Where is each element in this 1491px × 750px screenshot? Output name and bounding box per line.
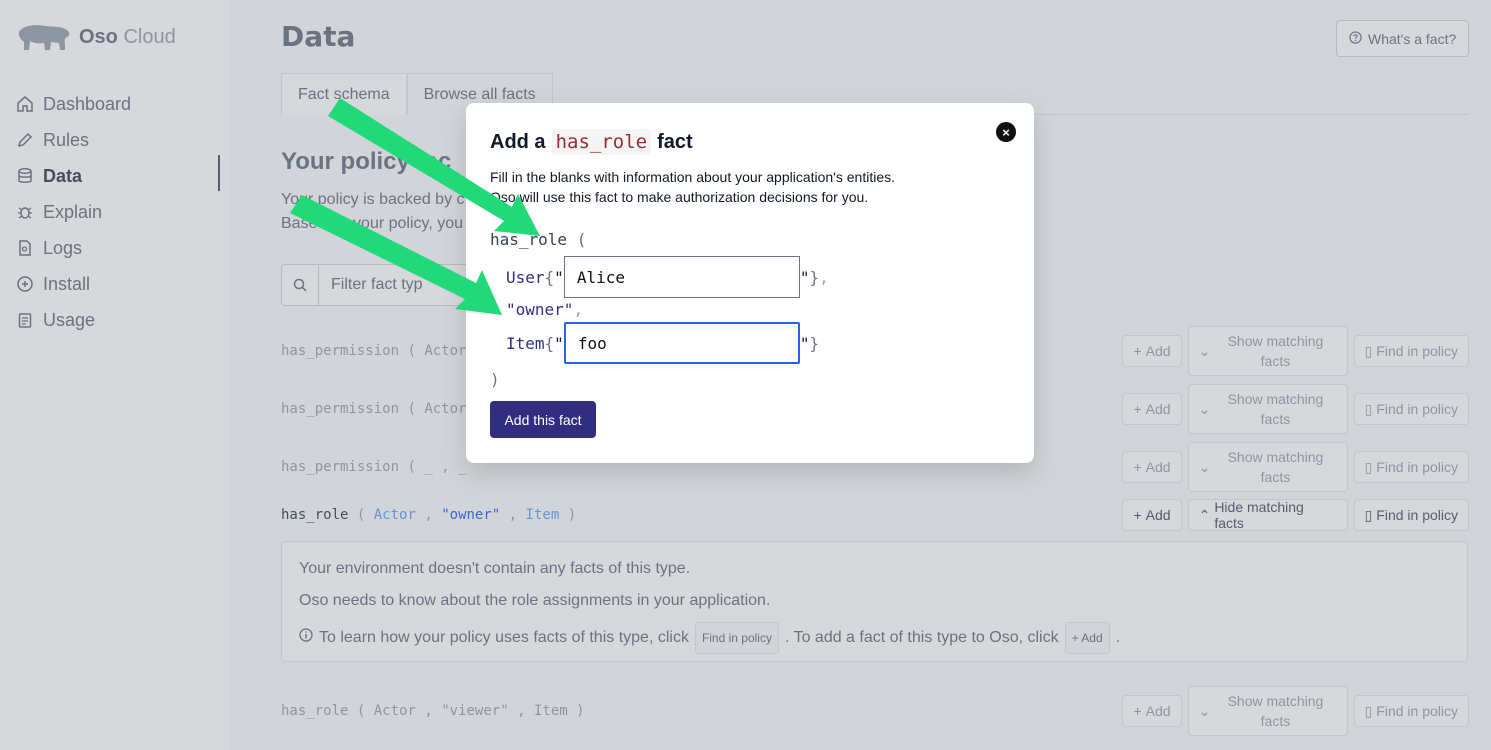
arg3-row: Item{" "} xyxy=(506,322,819,364)
fact-name-code: has_role xyxy=(551,129,652,155)
close-icon[interactable]: × xyxy=(996,122,1016,142)
fact-function-close: ) xyxy=(490,370,500,389)
dialog-title: Add a has_role fact xyxy=(490,129,693,155)
arg1-row: User{" "}, xyxy=(506,256,829,298)
user-id-input[interactable] xyxy=(563,256,800,298)
add-fact-dialog: Add a has_role fact × Fill in the blanks… xyxy=(466,103,1034,463)
item-id-input[interactable] xyxy=(563,322,800,364)
add-this-fact-button[interactable]: Add this fact xyxy=(490,401,596,438)
dialog-description: Fill in the blanks with information abou… xyxy=(490,169,895,205)
arg2-row: "owner", xyxy=(506,300,584,319)
fact-function-open: has_role ( xyxy=(490,230,587,249)
